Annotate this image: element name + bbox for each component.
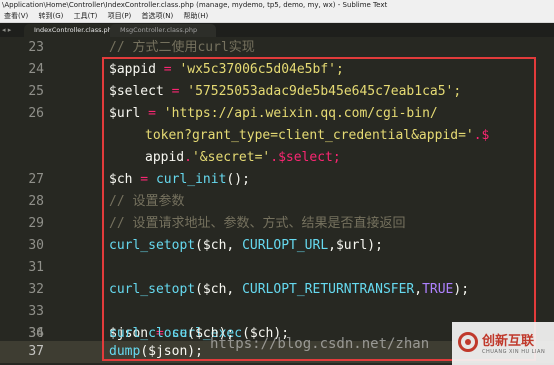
code-text: (); (226, 172, 250, 187)
string-literal: token?grant_type=client_credential&appid… (145, 128, 474, 143)
string-literal: 'wx5c37006c5d04e5bf'; (179, 62, 344, 77)
variable: $select (109, 84, 164, 99)
line-number: 31 (28, 260, 44, 275)
menu-preferences[interactable]: 首选项(N) (138, 10, 178, 22)
operator: = (163, 84, 188, 99)
menu-view[interactable]: 查看(V) (0, 10, 32, 22)
comment: // 方式二使用curl实现 (109, 40, 255, 55)
tab-msg-controller[interactable]: MsgController.class.php (110, 24, 216, 37)
comment: // 设置请求地址、参数、方式、结果是否直接返回 (109, 216, 406, 231)
watermark: https://blog.csdn.net/zhan (210, 336, 430, 352)
string-literal: '&secret=' (191, 150, 271, 165)
logo: 创新互联 CHUANG XIN HU LIAN (452, 322, 554, 365)
line-number: 32 (28, 282, 44, 297)
line-number: 27 (28, 172, 44, 187)
line-number: 33 (28, 304, 44, 319)
operator: = (132, 172, 156, 187)
code-text: ($ch, (195, 282, 243, 297)
menu-help[interactable]: 帮助(H) (179, 10, 212, 22)
line-number: 37 (28, 344, 44, 359)
code-text: ($json); (140, 344, 203, 359)
operator: . (184, 150, 192, 165)
function-call: dump (109, 344, 141, 359)
logo-subtext: CHUANG XIN HU LIAN (482, 349, 546, 355)
logo-icon (458, 332, 478, 352)
operator: .$select; (270, 150, 341, 165)
variable: $appid (109, 62, 156, 77)
operator: = (155, 62, 180, 77)
string-literal: '57525053adac9de5b45e645c7eab1ca5'; (187, 84, 462, 99)
operator: = (140, 106, 164, 121)
line-number: 23 (28, 40, 44, 55)
menu-goto[interactable]: 转到(G) (35, 10, 68, 22)
line-number: 24 (28, 62, 44, 77)
code-text: ,$url); (328, 238, 383, 253)
menu-project[interactable]: 项目(P) (104, 10, 136, 22)
string-literal: 'https://api.weixin.qq.com/cgi-bin/ (163, 106, 438, 121)
line-number: 25 (28, 84, 44, 99)
line-number: 29 (28, 216, 44, 231)
line-number: 30 (28, 238, 44, 253)
boolean-literal: TRUE (422, 282, 454, 297)
variable: appid (145, 150, 185, 165)
code-text: ($ch, (195, 238, 243, 253)
operator: .$ (473, 128, 490, 143)
function-call: curl_setopt (109, 282, 196, 297)
constant: CURLOPT_RETURNTRANSFER (242, 282, 415, 297)
logo-text: 创新互联 (482, 334, 535, 349)
function-call: curl_init (155, 172, 227, 187)
function-call: curl_close (109, 326, 188, 341)
function-call: curl_setopt (109, 238, 196, 253)
code-text: , (414, 282, 423, 297)
comment: // 设置参数 (109, 194, 185, 209)
variable: $ch (109, 172, 133, 187)
tab-bar: ◂ ▸ IndexController.class.php MsgControl… (0, 23, 554, 37)
menu-tools[interactable]: 工具(T) (70, 10, 102, 22)
code-text: ); (453, 282, 470, 297)
tab-nav-arrows-icon[interactable]: ◂ ▸ (2, 23, 11, 37)
window-title: \Application\Home\Controller\IndexContro… (0, 0, 554, 10)
line-number: 28 (28, 194, 44, 209)
variable: $url (109, 106, 141, 121)
constant: CURLOPT_URL (242, 238, 329, 253)
line-number: 26 (28, 106, 44, 121)
code-editor[interactable]: 23 // 方式二使用curl实现 24 $appid = 'wx5c37006… (0, 37, 554, 365)
menu-bar: 查看(V) 转到(G) 工具(T) 项目(P) 首选项(N) 帮助(H) (0, 10, 554, 23)
